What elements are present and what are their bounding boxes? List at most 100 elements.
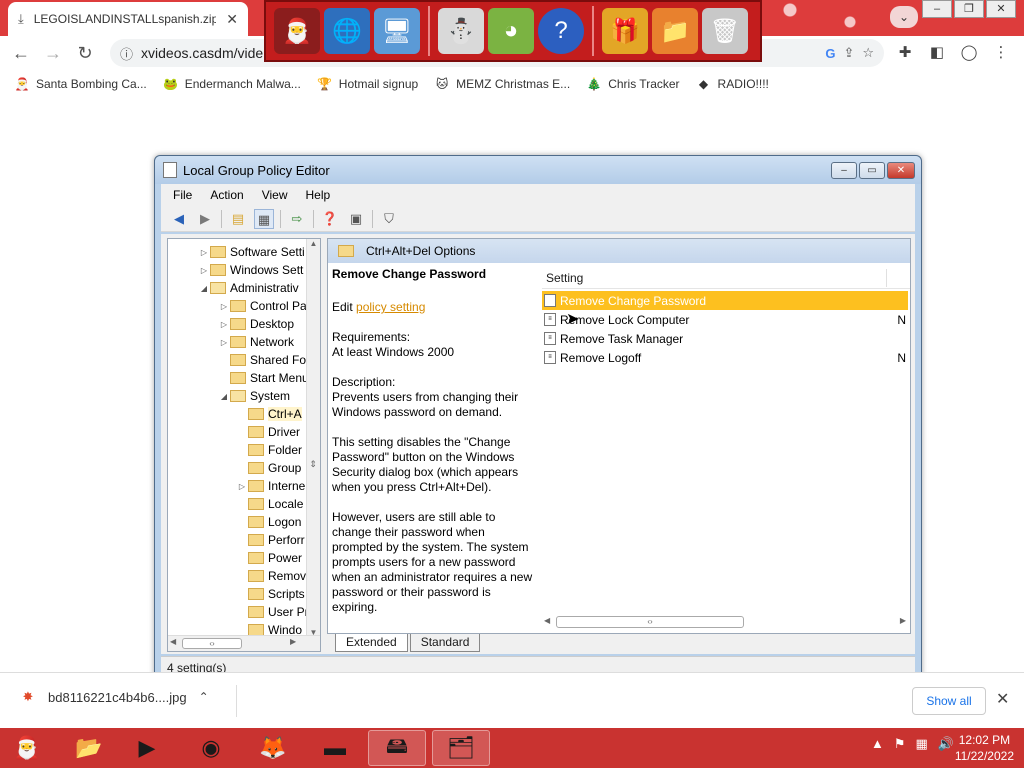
settings-shield-icon[interactable]: ◕ [488,8,534,54]
drive-icon[interactable]: 🖴 [368,730,426,766]
tree-vertical-scrollbar[interactable]: ▲ ⇕ ▼ [306,239,320,637]
bookmark-star-icon[interactable]: ☆ [862,45,874,61]
menu-file[interactable]: File [173,188,192,202]
side-panel-icon[interactable]: ◧ [924,40,950,66]
tree-item[interactable]: Folder [236,441,302,459]
setting-row[interactable]: ≡ Remove Lock Computer N [542,310,908,329]
command-prompt-icon[interactable]: ▬ [306,730,364,766]
scroll-left-arrow-icon[interactable]: ◀ [170,637,176,646]
window-titlebar[interactable]: Local Group Policy Editor [155,156,921,184]
bookmark-item[interactable]: ◆ RADIO!!!! [696,76,769,92]
santa-computer-icon[interactable]: 🎅 [274,8,320,54]
gp-maximize-button[interactable]: ▭ [859,162,885,179]
tree-item[interactable]: ▷ Windows Sett [198,261,303,279]
tree-item[interactable]: ▷ Control Pa [218,297,307,315]
menu-action[interactable]: Action [210,188,243,202]
folder-icon[interactable]: 📁 [652,8,698,54]
tree-item[interactable]: ◢ Administrativ [198,279,299,297]
volume-icon[interactable]: 🔊 [938,736,954,752]
minimize-button[interactable]: – [922,0,952,18]
help-icon[interactable]: ? [538,8,584,54]
menu-icon[interactable]: ⋮ [988,40,1014,66]
expand-arrow-icon[interactable]: ▷ [198,266,210,275]
chevron-up-icon[interactable]: ⌃ [199,690,209,704]
start-santa-icon[interactable]: 🎅 [0,730,54,766]
expand-arrow-icon[interactable]: ▷ [218,320,230,329]
close-button[interactable]: ✕ [986,0,1016,18]
tree-item[interactable]: Power [236,549,302,567]
up-folder-icon[interactable]: ▤ [228,209,248,229]
tree-item[interactable]: Start Menu [218,369,309,387]
tree-item[interactable]: Ctrl+A [236,405,302,423]
bookmark-item[interactable]: 🏆 Hotmail signup [317,76,418,92]
google-icon[interactable]: G [825,46,835,61]
tab-close-icon[interactable]: ✕ [226,11,238,28]
back-icon[interactable]: ← [8,40,34,66]
tree-item[interactable]: Shared Fol [218,351,309,369]
share-icon[interactable]: ⇪ [843,45,854,61]
network-icon[interactable]: ▦ [916,736,928,752]
filter-icon[interactable]: ⛉ [379,209,399,229]
tree-item[interactable]: Perforr [236,531,305,549]
file-explorer-icon[interactable]: 📂 [60,730,118,766]
snowman-icon[interactable]: ⛄ [438,8,484,54]
expand-arrow-icon[interactable]: ◢ [218,392,230,401]
forward-icon[interactable]: → [40,40,66,66]
scroll-up-arrow-icon[interactable]: ▲ [307,239,320,248]
chrome-icon[interactable]: ◉ [182,730,240,766]
setting-column-header[interactable]: Setting [542,267,910,289]
tab-standard[interactable]: Standard [409,634,481,652]
monitor-icon[interactable]: 🖥 [374,8,420,54]
tab-extended[interactable]: Extended [335,634,408,652]
gpedit-taskbar-icon[interactable]: 🗂 [432,730,490,766]
setting-row[interactable]: ≡ Remove Change Password [542,291,908,310]
menu-view[interactable]: View [262,188,288,202]
bookmark-item[interactable]: 🐸 Endermanch Malwa... [163,76,301,92]
clock[interactable]: 12:02 PM 11/22/2022 [955,732,1014,764]
back-arrow-icon[interactable]: ◀ [169,209,189,229]
help-book-icon[interactable]: ❓ [320,209,340,229]
tree-item[interactable]: ▷ Network [218,333,294,351]
gp-close-button[interactable]: ✕ [887,162,915,179]
profile-avatar[interactable]: ◯ [956,40,982,66]
reload-icon[interactable]: ↻ [72,40,98,66]
tab-search-icon[interactable]: ⌄ [890,6,918,28]
tree-item[interactable]: User Pr [236,603,309,621]
tree-item[interactable]: ◢ System [218,387,290,405]
close-download-bar-icon[interactable]: ✕ [996,689,1009,709]
site-info-icon[interactable]: ⓘ [120,44,133,63]
setting-row[interactable]: ≡ Remove Task Manager [542,329,908,348]
restore-button[interactable]: ❐ [954,0,984,18]
extensions-icon[interactable]: ✚ [892,40,918,66]
tree-hscroll-thumb[interactable]: ‹› [182,638,242,649]
menu-help[interactable]: Help [306,188,331,202]
tree-scroll-thumb[interactable]: ⇕ [308,459,318,473]
expand-arrow-icon[interactable]: ◢ [198,284,210,293]
gp-minimize-button[interactable]: – [831,162,857,179]
tree-item[interactable]: Group [236,459,301,477]
expand-arrow-icon[interactable]: ▷ [218,338,230,347]
tree-item[interactable]: ▷ Software Setti [198,243,305,261]
download-item[interactable]: ✸ bd8116221c4b4b6....jpg ⌃ [20,689,209,705]
bookmark-item[interactable]: 🎄 Chris Tracker [586,76,680,92]
show-hide-tree-icon[interactable]: ▦ [254,208,274,229]
export-list-icon[interactable]: ⇨ [287,209,307,229]
action-center-icon[interactable]: ⚑ [894,736,906,752]
policy-setting-link[interactable]: policy setting [356,300,425,314]
scroll-right-arrow-icon[interactable]: ▶ [290,637,296,646]
globe-icon[interactable]: 🌐 [324,8,370,54]
tree-item[interactable]: Scripts [236,585,305,603]
bookmark-item[interactable]: 🐱 MEMZ Christmas E... [434,76,570,92]
tree-item[interactable]: Logon [236,513,301,531]
settings-horizontal-scrollbar[interactable]: ◀ ‹› ▶ [542,613,910,629]
show-all-button[interactable]: Show all [912,687,986,715]
expand-arrow-icon[interactable]: ▷ [236,482,248,491]
tree-item[interactable]: ▷ Interne [236,477,305,495]
tree-item[interactable]: Locale [236,495,303,513]
forward-arrow-icon[interactable]: ▶ [195,209,215,229]
firefox-icon[interactable]: 🦊 [244,730,302,766]
setting-row[interactable]: ≡ Remove Logoff N [542,348,908,367]
expand-arrow-icon[interactable]: ▷ [218,302,230,311]
show-hidden-icons-icon[interactable]: ▲ [871,736,884,752]
browser-tab[interactable]: ⤓ LEGOISLANDINSTALLspanish.zip ✕ [8,2,248,36]
